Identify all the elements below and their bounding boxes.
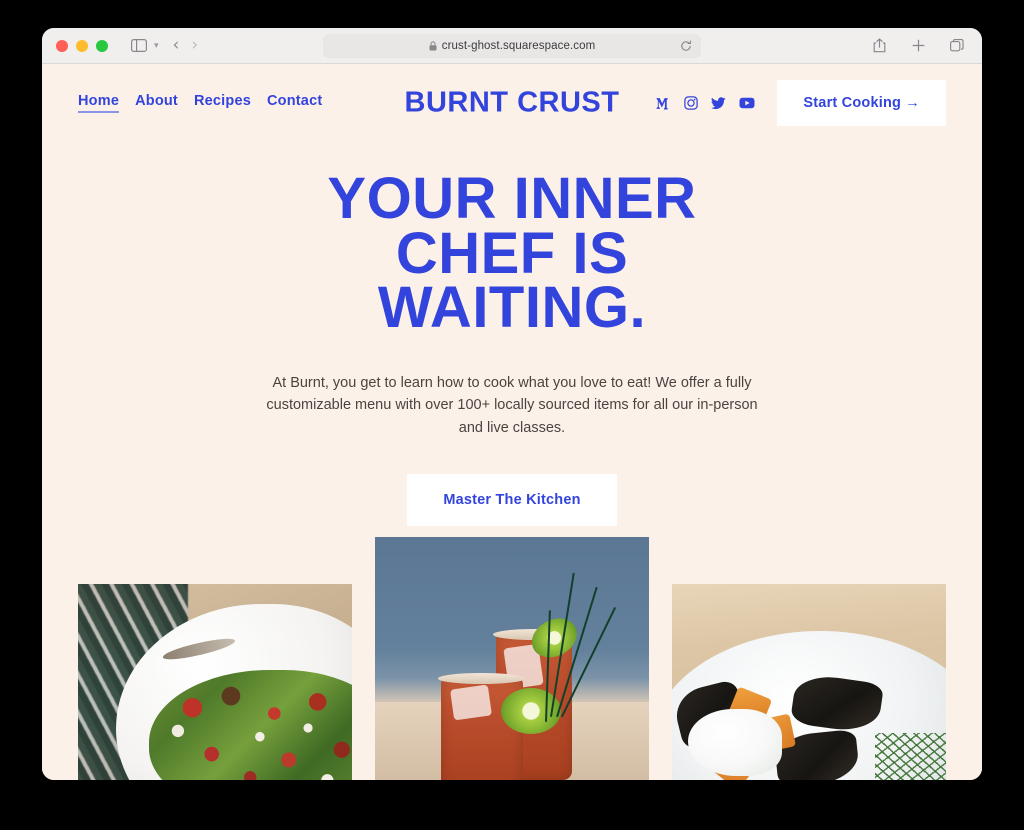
site-logo[interactable]: BURNT CRUST	[405, 87, 620, 120]
master-the-kitchen-button[interactable]: Master The Kitchen	[407, 474, 617, 527]
site-header: Home About Recipes Contact BURNT CRUST S…	[42, 64, 982, 142]
address-bar-wrapper: crust-ghost.squarespace.com	[323, 34, 701, 58]
nav-item-recipes[interactable]: Recipes	[194, 93, 251, 111]
reload-icon[interactable]	[680, 40, 692, 52]
forward-button[interactable]: ›	[191, 37, 198, 54]
gallery-item-cocktails[interactable]	[375, 537, 649, 780]
nav-item-home[interactable]: Home	[78, 93, 120, 113]
traffic-lights	[56, 39, 108, 52]
nav-item-contact[interactable]: Contact	[267, 93, 322, 111]
gallery-item-salad[interactable]	[78, 584, 352, 780]
medium-icon[interactable]	[656, 97, 671, 110]
maximize-window-button[interactable]	[96, 39, 108, 52]
navigation-arrows: ‹ ›	[173, 37, 199, 54]
header-right: Start Cooking →	[656, 80, 946, 126]
gallery-item-charred-plate[interactable]	[672, 584, 946, 780]
address-bar[interactable]: crust-ghost.squarespace.com	[323, 34, 701, 58]
photo-salad	[78, 584, 352, 780]
hero-section: YOUR INNER CHEF IS WAITING. At Burnt, yo…	[42, 142, 982, 527]
minimize-window-button[interactable]	[76, 39, 88, 52]
toolbar-right-actions	[868, 35, 968, 57]
hero-title-line-3: WAITING.	[377, 275, 647, 341]
glass-ice-front	[450, 684, 493, 721]
page-viewport: Home About Recipes Contact BURNT CRUST S…	[42, 64, 982, 780]
photo-gallery	[42, 537, 982, 780]
sidebar-toggle-icon[interactable]	[128, 35, 150, 57]
dill-sprig-decor	[874, 732, 946, 780]
close-window-button[interactable]	[56, 39, 68, 52]
site-navigation: Home About Recipes Contact	[78, 93, 322, 113]
new-tab-icon[interactable]	[907, 35, 929, 57]
photo-charred-plate	[672, 584, 946, 780]
browser-window: ▾ ‹ › crust-ghost.squarespace.com Home A…	[42, 28, 982, 780]
instagram-icon[interactable]	[684, 96, 699, 110]
share-icon[interactable]	[868, 35, 890, 57]
nav-item-about[interactable]: About	[135, 93, 178, 111]
social-links	[656, 96, 755, 110]
url-text: crust-ghost.squarespace.com	[441, 40, 596, 52]
back-button[interactable]: ‹	[173, 37, 180, 54]
hero-subtitle: At Burnt, you get to learn how to cook w…	[266, 374, 758, 437]
sidebar-controls: ▾	[128, 35, 159, 57]
start-cooking-button[interactable]: Start Cooking →	[777, 80, 946, 126]
lock-icon	[429, 41, 437, 51]
glass-rim-front	[438, 672, 526, 684]
browser-toolbar: ▾ ‹ › crust-ghost.squarespace.com	[42, 28, 982, 64]
photo-cocktails	[375, 537, 649, 780]
cream-sauce-decor	[688, 709, 782, 777]
sidebar-chevron-down-icon[interactable]: ▾	[154, 40, 159, 51]
tab-overview-icon[interactable]	[946, 35, 968, 57]
hero-title: YOUR INNER CHEF IS WAITING.	[212, 170, 812, 337]
twitter-icon[interactable]	[711, 96, 727, 110]
youtube-icon[interactable]	[739, 97, 755, 109]
